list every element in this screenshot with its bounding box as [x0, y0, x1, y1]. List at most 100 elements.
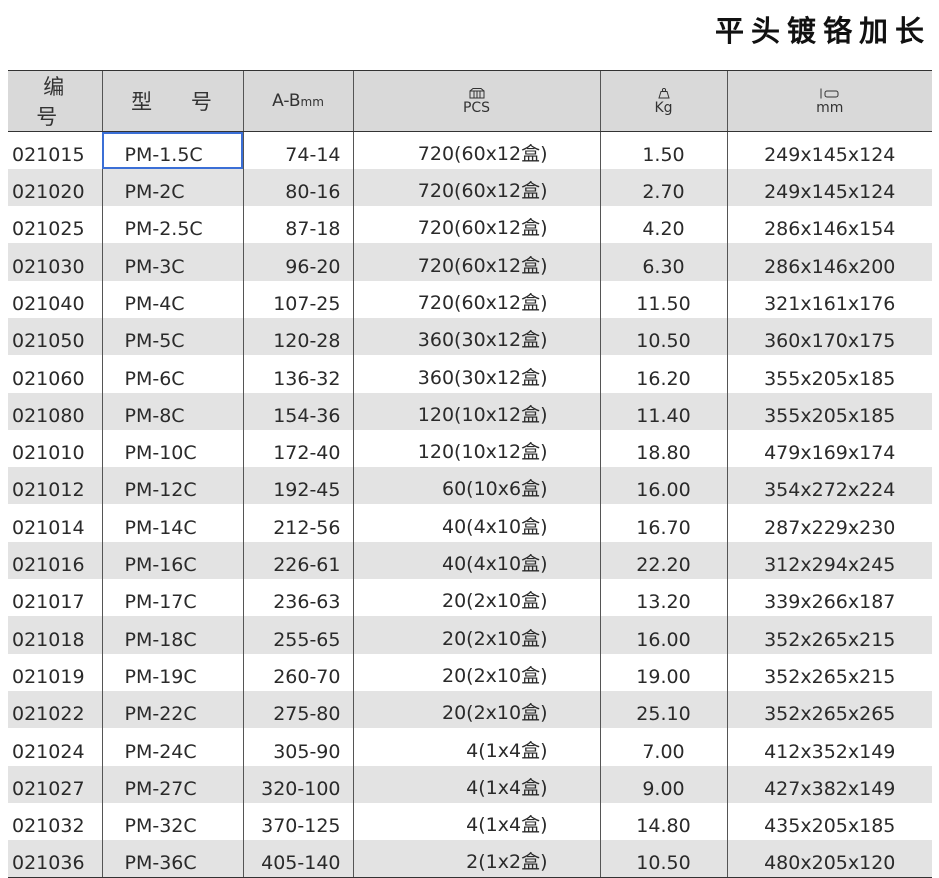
cell-kg[interactable]: 6.30 — [599, 243, 727, 281]
cell-model[interactable]: PM-17C — [101, 579, 243, 617]
cell-code[interactable]: 021022 — [8, 691, 102, 728]
cell-kg[interactable]: 22.20 — [599, 541, 727, 580]
cell-dimensions[interactable]: 339x266x187 — [726, 579, 932, 617]
cell-dimensions[interactable]: 287x229x230 — [726, 504, 932, 542]
cell-code[interactable]: 021017 — [8, 579, 102, 616]
cell-pcs[interactable]: 40(4x10盒) — [352, 504, 600, 542]
cell-code[interactable]: 021024 — [8, 728, 102, 765]
cell-code[interactable]: 021019 — [8, 654, 102, 691]
cell-dimensions[interactable]: 412x352x149 — [726, 728, 932, 766]
cell-model[interactable]: PM-4C — [101, 280, 243, 318]
cell-pcs[interactable]: 720(60x12盒) — [352, 168, 600, 207]
cell-model[interactable]: PM-36C — [101, 840, 243, 878]
cell-kg[interactable]: 16.70 — [599, 504, 727, 542]
cell-ab[interactable]: 74-14 — [242, 131, 353, 169]
cell-pcs[interactable]: 2(1x2盒) — [352, 840, 600, 878]
cell-kg[interactable]: 16.00 — [599, 467, 727, 505]
cell-dimensions[interactable]: 360x170x175 — [726, 317, 932, 356]
cell-model[interactable]: PM-24C — [101, 728, 243, 766]
cell-kg[interactable]: 19.00 — [599, 653, 727, 691]
cell-model[interactable]: PM-6C — [101, 355, 243, 393]
cell-code[interactable]: 021040 — [8, 281, 102, 318]
cell-kg[interactable]: 7.00 — [599, 728, 727, 766]
cell-ab[interactable]: 320-100 — [242, 765, 353, 803]
cell-pcs[interactable]: 720(60x12盒) — [352, 131, 600, 169]
cell-ab[interactable]: 370-125 — [242, 802, 353, 841]
cell-ab[interactable]: 96-20 — [242, 243, 353, 281]
cell-model[interactable]: PM-2.5C — [101, 206, 243, 244]
cell-dimensions[interactable]: 286x146x200 — [726, 243, 932, 281]
cell-ab[interactable]: 87-18 — [242, 206, 353, 244]
cell-model[interactable]: PM-16C — [101, 541, 243, 580]
cell-model[interactable]: PM-19C — [101, 653, 243, 691]
cell-pcs[interactable]: 20(2x10盒) — [352, 690, 600, 729]
cell-ab[interactable]: 305-90 — [242, 728, 353, 766]
cell-code[interactable]: 021016 — [8, 542, 102, 579]
cell-code[interactable]: 021050 — [8, 318, 102, 355]
cell-kg[interactable]: 1.50 — [599, 131, 727, 169]
cell-kg[interactable]: 18.80 — [599, 429, 727, 468]
cell-kg[interactable]: 10.50 — [599, 840, 727, 878]
cell-ab[interactable]: 154-36 — [242, 392, 353, 430]
cell-code[interactable]: 021015 — [8, 132, 102, 169]
cell-pcs[interactable]: 120(10x12盒) — [352, 429, 600, 468]
cell-ab[interactable]: 192-45 — [242, 467, 353, 505]
cell-ab[interactable]: 255-65 — [242, 616, 353, 654]
cell-dimensions[interactable]: 352x265x215 — [726, 616, 932, 654]
cell-model[interactable]: PM-32C — [101, 802, 243, 841]
cell-kg[interactable]: 11.50 — [599, 280, 727, 318]
cell-ab[interactable]: 136-32 — [242, 355, 353, 393]
cell-kg[interactable]: 11.40 — [599, 392, 727, 430]
cell-kg[interactable]: 4.20 — [599, 206, 727, 244]
cell-ab[interactable]: 405-140 — [242, 840, 353, 878]
cell-dimensions[interactable]: 354x272x224 — [726, 467, 932, 505]
cell-model[interactable]: PM-2C — [101, 168, 243, 207]
cell-pcs[interactable]: 60(10x6盒) — [352, 467, 600, 505]
cell-pcs[interactable]: 20(2x10盒) — [352, 579, 600, 617]
cell-kg[interactable]: 13.20 — [599, 579, 727, 617]
cell-dimensions[interactable]: 249x145x124 — [726, 131, 932, 169]
cell-kg[interactable]: 16.00 — [599, 616, 727, 654]
cell-code[interactable]: 021010 — [8, 430, 102, 467]
cell-model[interactable]: PM-27C — [101, 765, 243, 803]
cell-code[interactable]: 021032 — [8, 803, 102, 840]
cell-dimensions[interactable]: 427x382x149 — [726, 765, 932, 803]
cell-model[interactable]: PM-3C — [101, 243, 243, 281]
cell-code[interactable]: 021020 — [8, 169, 102, 206]
cell-model[interactable]: PM-14C — [101, 504, 243, 542]
cell-code[interactable]: 021027 — [8, 766, 102, 803]
cell-ab[interactable]: 107-25 — [242, 280, 353, 318]
cell-dimensions[interactable]: 352x265x265 — [726, 690, 932, 729]
cell-pcs[interactable]: 360(30x12盒) — [352, 355, 600, 393]
cell-pcs[interactable]: 360(30x12盒) — [352, 317, 600, 356]
cell-ab[interactable]: 80-16 — [242, 168, 353, 207]
cell-kg[interactable]: 9.00 — [599, 765, 727, 803]
cell-kg[interactable]: 16.20 — [599, 355, 727, 393]
cell-code[interactable]: 021014 — [8, 504, 102, 541]
cell-pcs[interactable]: 20(2x10盒) — [352, 653, 600, 691]
cell-model[interactable]: PM-5C — [101, 317, 243, 356]
cell-pcs[interactable]: 4(1x4盒) — [352, 728, 600, 766]
cell-ab[interactable]: 236-63 — [242, 579, 353, 617]
cell-dimensions[interactable]: 480x205x120 — [726, 840, 932, 878]
cell-ab[interactable]: 275-80 — [242, 690, 353, 729]
cell-code[interactable]: 021012 — [8, 467, 102, 504]
cell-pcs[interactable]: 720(60x12盒) — [352, 280, 600, 318]
cell-dimensions[interactable]: 321x161x176 — [726, 280, 932, 318]
cell-pcs[interactable]: 120(10x12盒) — [352, 392, 600, 430]
cell-code[interactable]: 021030 — [8, 243, 102, 280]
cell-dimensions[interactable]: 355x205x185 — [726, 392, 932, 430]
cell-dimensions[interactable]: 435x205x185 — [726, 802, 932, 841]
cell-model[interactable]: PM-22C — [101, 690, 243, 729]
cell-pcs[interactable]: 720(60x12盒) — [352, 206, 600, 244]
cell-pcs[interactable]: 720(60x12盒) — [352, 243, 600, 281]
cell-ab[interactable]: 212-56 — [242, 504, 353, 542]
cell-ab[interactable]: 260-70 — [242, 653, 353, 691]
cell-dimensions[interactable]: 352x265x215 — [726, 653, 932, 691]
cell-pcs[interactable]: 4(1x4盒) — [352, 802, 600, 841]
cell-pcs[interactable]: 20(2x10盒) — [352, 616, 600, 654]
cell-code[interactable]: 021018 — [8, 616, 102, 653]
cell-dimensions[interactable]: 286x146x154 — [726, 206, 932, 244]
cell-ab[interactable]: 172-40 — [242, 429, 353, 468]
cell-dimensions[interactable]: 312x294x245 — [726, 541, 932, 580]
